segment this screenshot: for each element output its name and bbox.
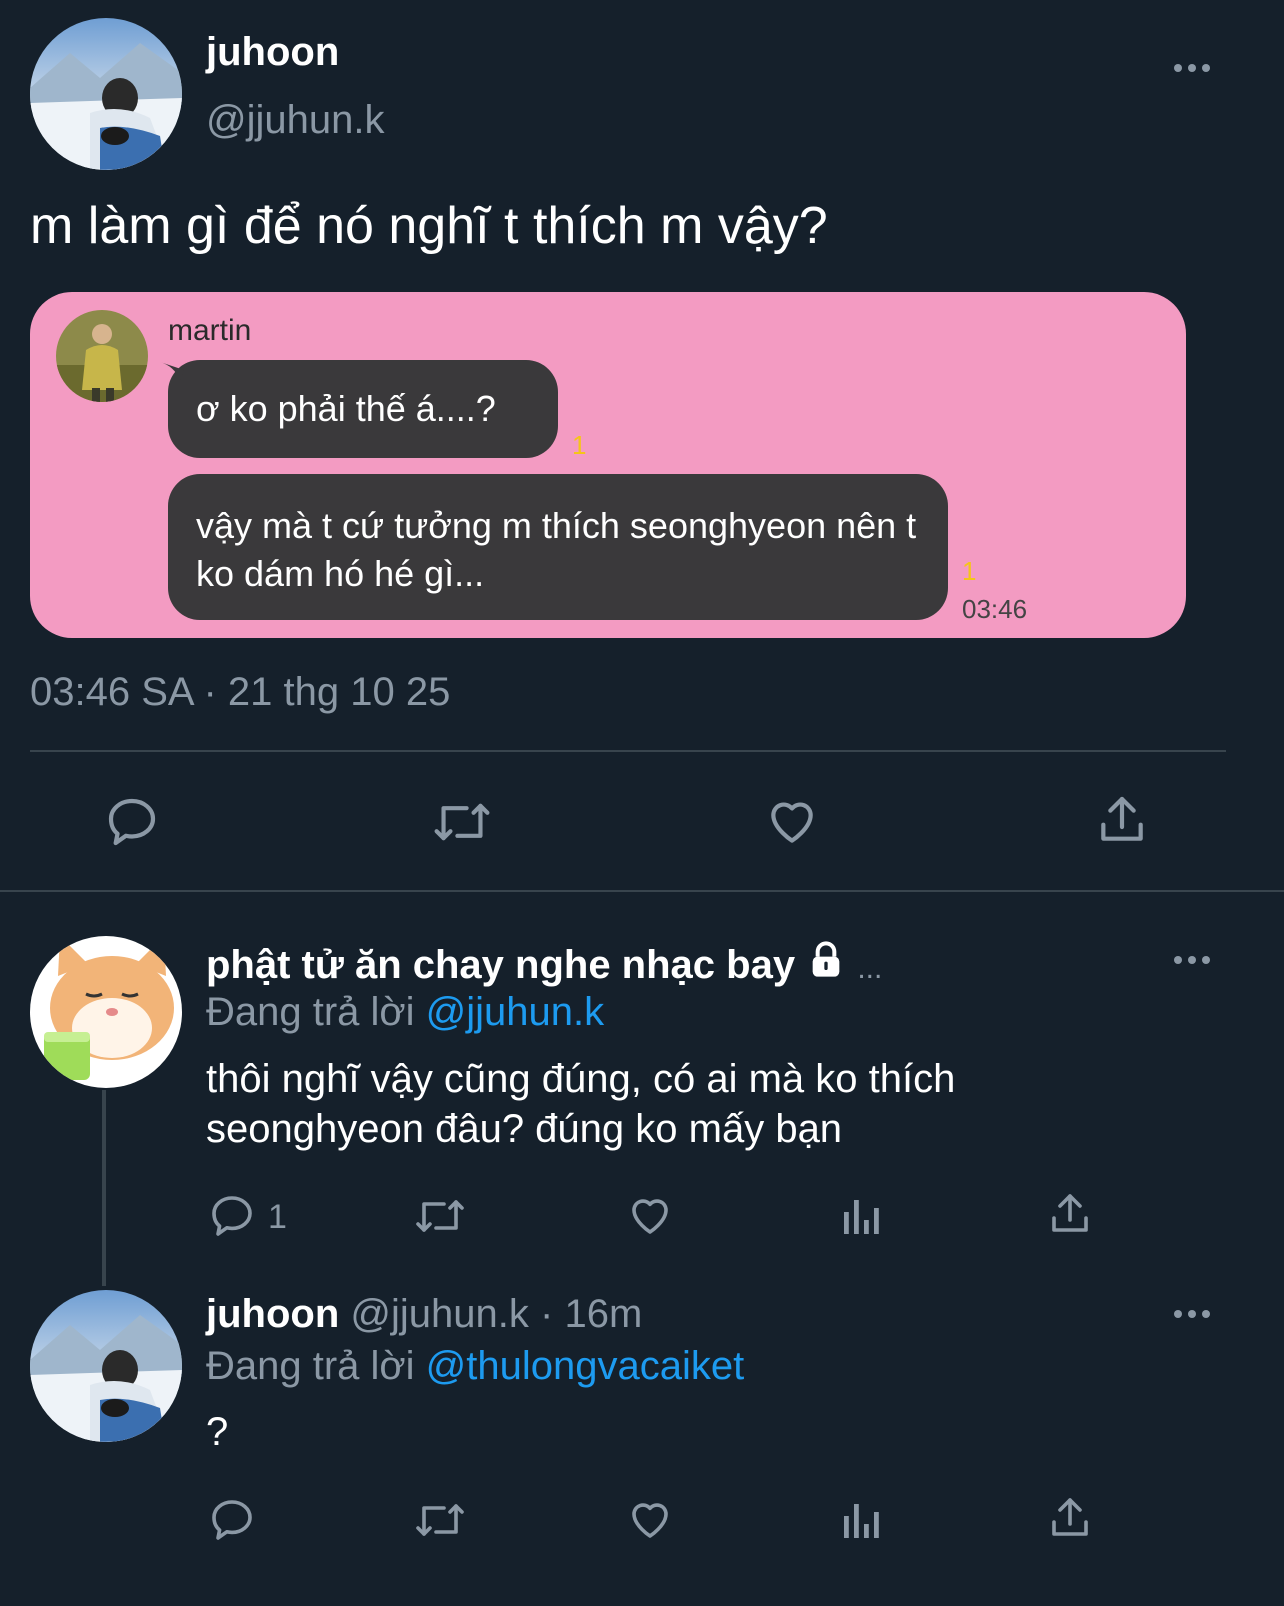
reply-2-share-icon[interactable] xyxy=(1046,1494,1094,1542)
reply-1-avatar[interactable] xyxy=(30,936,182,1088)
reply-1-like-icon[interactable] xyxy=(626,1192,674,1240)
replying-to-handle[interactable]: @thulongvacaiket xyxy=(426,1344,745,1388)
section-divider xyxy=(0,890,1284,892)
author-handle[interactable]: @jjuhun.k xyxy=(206,98,384,143)
reply-1-name-ellipsis: ... xyxy=(857,952,883,985)
reply-2-replying-to: Đang trả lời @thulongvacaiket xyxy=(206,1344,744,1389)
reply-1-reply-count: 1 xyxy=(268,1198,287,1236)
replying-to-label: Đang trả lời xyxy=(206,1344,415,1388)
chat-message-2-text: vậy mà t cứ tưởng m thích seonghyeon nên… xyxy=(196,505,917,594)
reply-1-reply-icon[interactable] xyxy=(208,1192,256,1240)
snow-mountain-avatar-icon xyxy=(30,18,182,170)
martin-avatar xyxy=(56,310,148,402)
reply-1-header: phật tử ăn chay nghe nhạc bay ... xyxy=(206,940,882,990)
reply-2-time[interactable]: · 16m xyxy=(540,1292,642,1336)
author-avatar[interactable] xyxy=(30,18,182,170)
chat-message-2: vậy mà t cứ tưởng m thích seonghyeon nên… xyxy=(168,474,948,620)
chat-message-2-time: 03:46 xyxy=(962,594,1028,624)
reply-2-analytics-icon[interactable] xyxy=(838,1496,886,1544)
replying-to-handle[interactable]: @jjuhun.k xyxy=(426,990,604,1034)
reply-icon[interactable] xyxy=(104,794,160,850)
cat-drinking-avatar-icon xyxy=(30,936,182,1088)
divider xyxy=(30,750,1226,752)
chat-message-1: ơ ko phải thế á....? xyxy=(168,360,558,458)
tweet-text: m làm gì để nó nghĩ t thích m vậy? xyxy=(30,197,828,255)
reply-1-share-icon[interactable] xyxy=(1046,1190,1094,1238)
reply-1-author-name[interactable]: phật tử ăn chay nghe nhạc bay xyxy=(206,943,795,987)
reply-2-avatar[interactable] xyxy=(30,1290,182,1442)
replying-to-label: Đang trả lời xyxy=(206,990,415,1034)
chat-message-2-unread: 1 xyxy=(962,556,977,586)
thread-line xyxy=(102,1090,106,1286)
reply-2-author-name[interactable]: juhoon xyxy=(206,1292,339,1336)
reply-2-author-handle[interactable]: @jjuhun.k xyxy=(350,1292,528,1336)
reply-2-retweet-icon[interactable] xyxy=(414,1496,466,1544)
reply-1-retweet-icon[interactable] xyxy=(414,1192,466,1240)
chat-message-1-text: ơ ko phải thế á....? xyxy=(196,388,496,429)
chat-message-1-unread: 1 xyxy=(572,430,587,460)
more-dots-icon[interactable] xyxy=(1172,58,1212,78)
reply-2-reply-icon[interactable] xyxy=(208,1496,256,1544)
bubble-tail-icon xyxy=(160,362,184,380)
snow-mountain-avatar-icon xyxy=(30,1290,182,1442)
person-outdoors-avatar-icon xyxy=(56,310,148,402)
reply-2-text: ? xyxy=(206,1410,229,1454)
reply-1-more-dots-icon[interactable] xyxy=(1172,950,1212,970)
share-icon[interactable] xyxy=(1094,792,1150,848)
chat-screenshot[interactable]: martin ơ ko phải thế á....? 1 vậy mà t c… xyxy=(30,292,1186,638)
reply-2-like-icon[interactable] xyxy=(626,1496,674,1544)
reply-2-more-dots-icon[interactable] xyxy=(1172,1304,1212,1324)
reply-1-replying-to: Đang trả lời @jjuhun.k xyxy=(206,990,604,1035)
author-name[interactable]: juhoon xyxy=(206,30,339,75)
reply-2-header: juhoon @jjuhun.k · 16m xyxy=(206,1292,642,1337)
retweet-icon[interactable] xyxy=(432,794,492,850)
like-icon[interactable] xyxy=(764,794,820,850)
lock-icon xyxy=(806,940,846,990)
reply-1-text: thôi nghĩ vậy cũng đúng, có ai mà ko thí… xyxy=(206,1057,956,1151)
tweet-timestamp[interactable]: 03:46 SA · 21 thg 10 25 xyxy=(30,670,450,715)
chat-sender-name: martin xyxy=(168,314,252,347)
reply-1-analytics-icon[interactable] xyxy=(838,1192,886,1240)
